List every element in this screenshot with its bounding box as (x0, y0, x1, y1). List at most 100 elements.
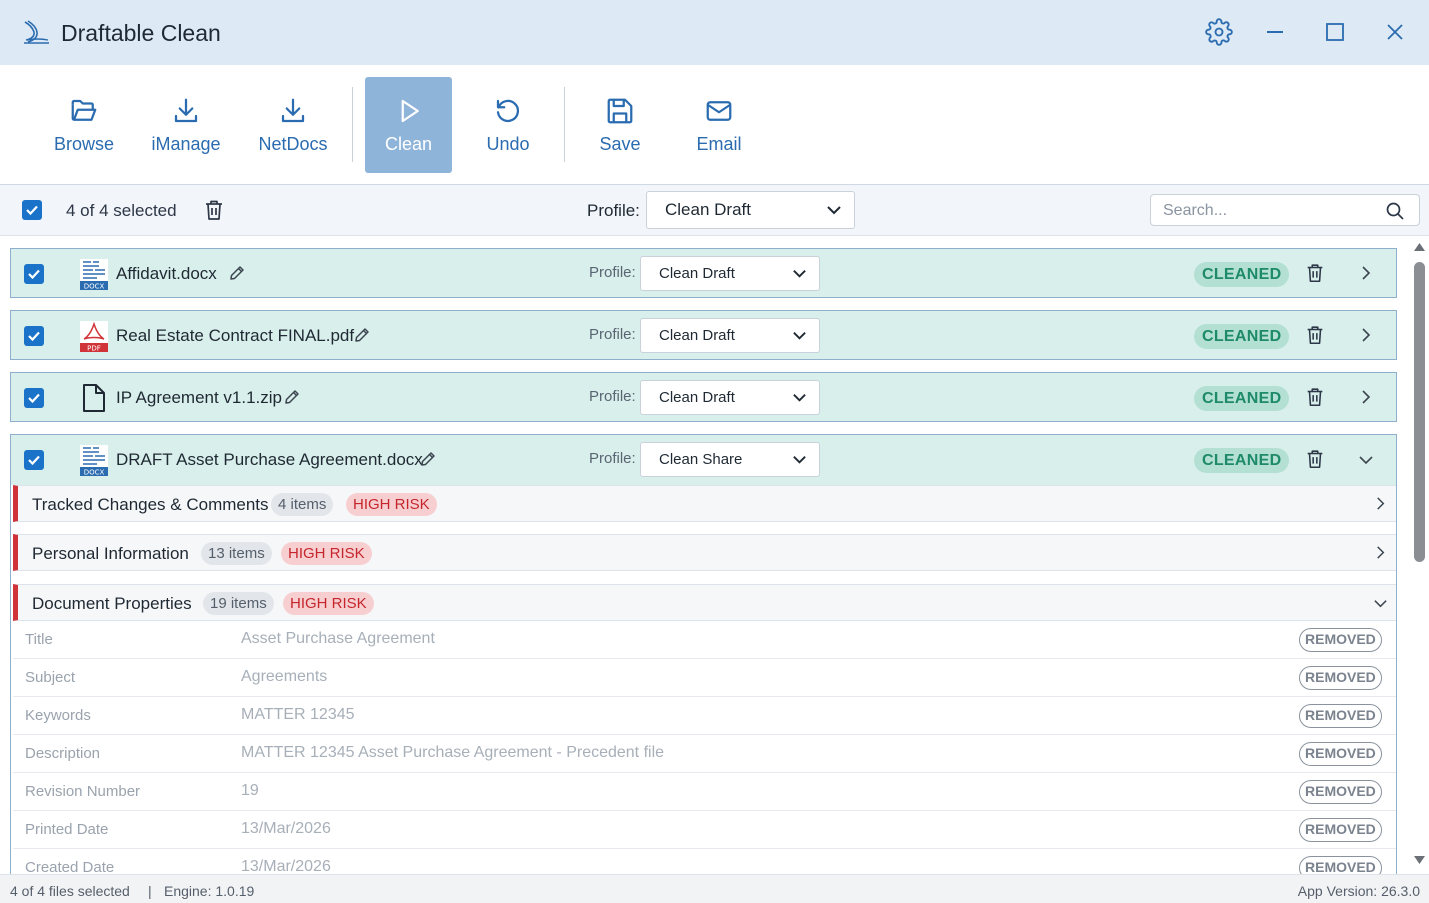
toolbar-divider (352, 87, 353, 162)
section-title: Tracked Changes & Comments (32, 495, 269, 514)
risk-badge: HIGH RISK (281, 542, 372, 565)
expand-button[interactable] (1358, 389, 1374, 410)
svg-text:DOCX: DOCX (84, 283, 105, 291)
undo-button[interactable]: Undo (466, 77, 550, 173)
scrollbar[interactable] (1410, 240, 1429, 870)
docx-icon: DOCX (80, 445, 108, 476)
file-checkbox[interactable] (24, 326, 44, 346)
row-profile-select[interactable]: Clean Draft (640, 256, 820, 291)
save-icon (607, 98, 633, 123)
file-name: DRAFT Asset Purchase Agreement.docx (116, 450, 423, 469)
minimize-button[interactable] (1259, 16, 1291, 48)
status-badge: CLEANED (1194, 448, 1290, 473)
row-profile-select[interactable]: Clean Share (640, 442, 820, 477)
item-count-badge: 4 items (271, 493, 334, 516)
file-row[interactable]: DOCX Affidavit.docx Profile: Clean Draft… (10, 248, 1397, 298)
file-row[interactable]: IP Agreement v1.1.zip Profile: Clean Dra… (10, 372, 1397, 422)
section-title: Personal Information (32, 544, 189, 563)
property-value: MATTER 12345 (241, 706, 355, 723)
browse-button[interactable]: Browse (40, 77, 128, 173)
clean-button[interactable]: Clean (365, 77, 452, 173)
row-profile-value: Clean Share (659, 451, 743, 468)
minimize-icon (1267, 31, 1283, 33)
search-input[interactable] (1163, 201, 1383, 221)
file-name: Affidavit.docx (116, 264, 217, 283)
netdocs-button[interactable]: NetDocs (248, 77, 338, 173)
file-row[interactable]: PDF Real Estate Contract FINAL.pdf Profi… (10, 310, 1397, 360)
maximize-icon (1326, 23, 1344, 41)
status-separator: | (148, 883, 152, 899)
property-key: Description (25, 745, 101, 762)
clean-label: Clean (384, 133, 433, 154)
select-all-checkbox[interactable] (22, 200, 42, 220)
property-value: Agreements (241, 668, 328, 685)
row-profile-select[interactable]: Clean Draft (640, 380, 820, 415)
delete-file-button[interactable] (1304, 448, 1326, 475)
svg-text:PDF: PDF (87, 345, 101, 353)
file-checkbox[interactable] (24, 264, 44, 284)
pencil-icon[interactable] (228, 264, 246, 282)
removed-badge: REMOVED (1299, 856, 1382, 874)
chevron-down-icon (1374, 600, 1387, 608)
app-title: Draftable Clean (61, 20, 221, 46)
search-icon[interactable] (1385, 201, 1405, 221)
section-tracked-changes[interactable]: Tracked Changes & Comments 4 items HIGH … (13, 485, 1396, 522)
email-label: Email (696, 133, 742, 154)
maximize-button[interactable] (1319, 16, 1351, 48)
file-row[interactable]: DOCX DRAFT Asset Purchase Agreement.docx… (11, 435, 1396, 485)
chevron-down-icon (793, 456, 806, 464)
save-button[interactable]: Save (580, 77, 660, 173)
chevron-right-icon (1362, 390, 1371, 404)
trash-icon (1307, 388, 1323, 407)
item-count-badge: 19 items (203, 592, 274, 615)
scroll-down-arrow-icon[interactable] (1413, 855, 1426, 865)
file-name: Real Estate Contract FINAL.pdf (116, 326, 355, 345)
property-row: Title Asset Purchase Agreement REMOVED (13, 621, 1396, 659)
property-row: Keywords MATTER 12345 REMOVED (13, 697, 1396, 735)
removed-badge: REMOVED (1299, 818, 1382, 842)
settings-button[interactable] (1203, 16, 1235, 48)
file-name: IP Agreement v1.1.zip (116, 388, 283, 407)
global-profile-select[interactable]: Clean Draft (646, 191, 855, 229)
save-label: Save (599, 133, 641, 154)
collapse-button[interactable] (1358, 452, 1374, 473)
checkmark-icon (28, 393, 40, 404)
row-profile-label: Profile: (589, 388, 636, 405)
trash-icon (1307, 326, 1323, 345)
expand-button[interactable] (1358, 327, 1374, 348)
undo-icon (496, 99, 519, 122)
netdocs-label: NetDocs (258, 133, 328, 154)
imanage-button[interactable]: iManage (140, 77, 232, 173)
delete-selected-button[interactable] (202, 198, 226, 227)
pencil-icon[interactable] (419, 450, 437, 468)
download-icon (281, 98, 305, 122)
file-checkbox[interactable] (24, 450, 44, 470)
selection-bar: 4 of 4 selected Profile: Clean Draft (0, 185, 1429, 236)
expand-button[interactable] (1358, 265, 1374, 286)
chevron-right-icon (1362, 266, 1371, 280)
scroll-up-arrow-icon[interactable] (1413, 242, 1426, 252)
email-button[interactable]: Email (678, 77, 760, 173)
app-version: App Version: 26.3.0 (1297, 883, 1420, 899)
section-personal-information[interactable]: Personal Information 13 items HIGH RISK (13, 534, 1396, 571)
pencil-icon[interactable] (353, 326, 371, 344)
delete-file-button[interactable] (1304, 386, 1326, 413)
delete-file-button[interactable] (1304, 262, 1326, 289)
file-checkbox[interactable] (24, 388, 44, 408)
trash-icon (1307, 264, 1323, 283)
pdf-icon: PDF (80, 321, 108, 353)
risk-badge: HIGH RISK (346, 493, 437, 516)
property-key: Title (25, 631, 53, 648)
checkmark-icon (26, 205, 38, 216)
delete-file-button[interactable] (1304, 324, 1326, 351)
removed-badge: REMOVED (1299, 628, 1382, 652)
row-profile-select[interactable]: Clean Draft (640, 318, 820, 353)
close-button[interactable] (1379, 16, 1411, 48)
property-key: Created Date (25, 859, 115, 874)
row-profile-value: Clean Draft (659, 389, 735, 406)
section-document-properties[interactable]: Document Properties 19 items HIGH RISK (13, 584, 1396, 621)
pencil-icon[interactable] (283, 388, 301, 406)
checkmark-icon (28, 269, 40, 280)
scroll-thumb[interactable] (1414, 262, 1425, 562)
chevron-down-icon (793, 270, 806, 278)
